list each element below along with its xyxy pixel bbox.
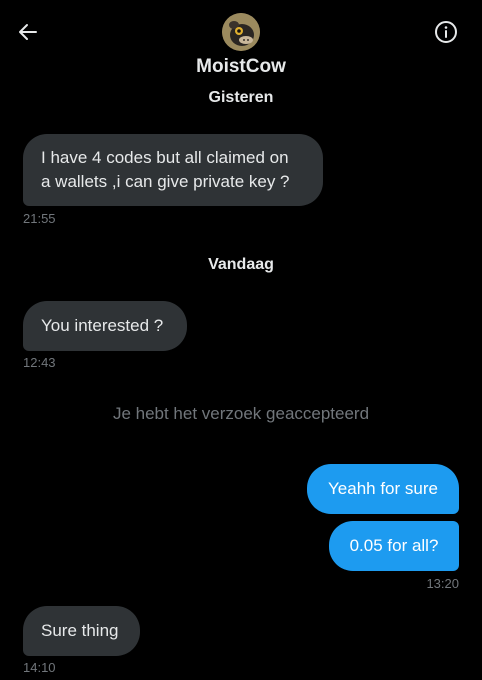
message-timestamp: 13:20 (426, 576, 459, 591)
info-circle-icon (435, 21, 457, 43)
contact-name[interactable]: MoistCow (0, 56, 482, 78)
message-text: You interested ? (41, 316, 164, 335)
message-timestamp: 21:55 (23, 211, 56, 226)
message-bubble-incoming[interactable]: Sure thing (23, 606, 140, 656)
chat-header: MoistCow (0, 0, 482, 88)
arrow-left-icon (19, 24, 37, 40)
message-bubble-incoming[interactable]: I have 4 codes but all claimed on a wall… (23, 134, 323, 206)
info-button[interactable] (430, 16, 462, 48)
message-bubble-outgoing[interactable]: 0.05 for all? (329, 521, 459, 571)
message-bubble-incoming[interactable]: You interested ? (23, 301, 187, 351)
back-button[interactable] (12, 16, 44, 48)
day-separator-today: Vandaag (208, 256, 274, 273)
day-separator-yesterday: Gisteren (208, 89, 274, 106)
cow-avatar-image (222, 13, 260, 51)
message-bubble-outgoing[interactable]: Yeahh for sure (307, 464, 459, 514)
contact-avatar[interactable] (222, 13, 260, 51)
message-text: 0.05 for all? (349, 536, 439, 555)
message-text: Yeahh for sure (328, 479, 438, 498)
message-text: Sure thing (41, 621, 119, 640)
message-timestamp: 12:43 (23, 355, 56, 370)
message-timestamp: 14:10 (23, 660, 56, 675)
message-text-line: I have 4 codes but all claimed on (41, 148, 289, 167)
message-text-line: a wallets ,i can give private key ? (41, 172, 290, 191)
request-accepted-notice: Je hebt het verzoek geaccepteerd (112, 404, 370, 423)
